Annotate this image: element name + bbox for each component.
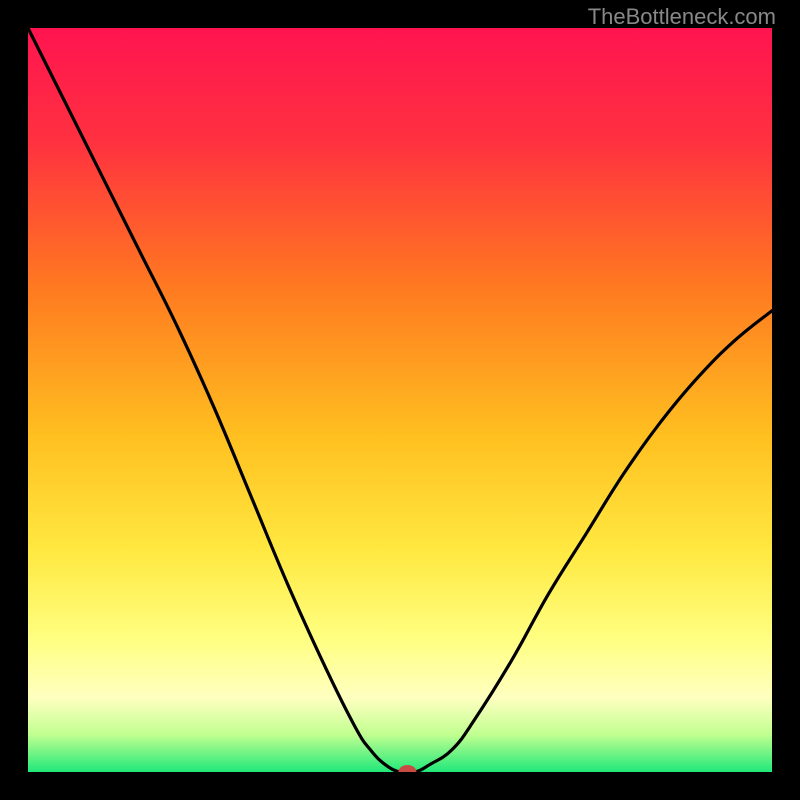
plot-area xyxy=(28,28,772,772)
chart-svg xyxy=(28,28,772,772)
background-gradient xyxy=(28,28,772,772)
watermark-text: TheBottleneck.com xyxy=(588,4,776,30)
chart-container: TheBottleneck.com xyxy=(0,0,800,800)
